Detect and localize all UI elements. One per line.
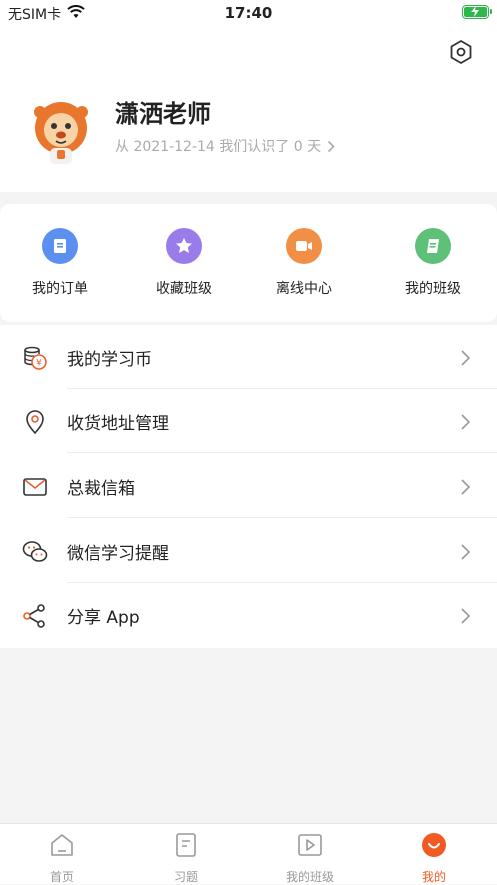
profile-header: 潇洒老师 从 2021-12-14 我们认识了 0 天 bbox=[0, 26, 497, 192]
chevron-right-icon bbox=[461, 414, 471, 430]
tab-label: 习题 bbox=[173, 870, 198, 884]
quick-action-label: 我的班级 bbox=[405, 281, 461, 297]
star-icon bbox=[166, 228, 202, 264]
home-icon bbox=[51, 834, 73, 856]
quick-action-label: 我的订单 bbox=[32, 281, 88, 297]
menu-list: ¥ 我的学习币 收货地址管理 总裁信箱 微信学习提醒 分享 App bbox=[0, 325, 497, 648]
location-icon bbox=[26, 410, 44, 435]
status-bar: 无SIM卡 17:40 bbox=[0, 0, 497, 26]
menu-item-label: 我的学习币 bbox=[67, 350, 152, 370]
tab-my-classes[interactable]: 我的班级 bbox=[260, 832, 360, 885]
quick-action-label: 离线中心 bbox=[276, 281, 332, 297]
menu-item-wechat-reminder[interactable]: 微信学习提醒 bbox=[0, 519, 497, 583]
menu-item-coins[interactable]: ¥ 我的学习币 bbox=[0, 325, 497, 389]
tab-mine[interactable]: 我的 bbox=[384, 832, 484, 885]
chevron-right-icon bbox=[461, 350, 471, 366]
bottom-tab-bar: 首页 习题 我的班级 我的 bbox=[0, 823, 497, 884]
quick-action-label: 收藏班级 bbox=[156, 281, 212, 297]
user-name: 潇洒老师 bbox=[115, 100, 211, 128]
quick-action-offline[interactable]: 离线中心 bbox=[244, 228, 364, 298]
menu-item-label: 收货地址管理 bbox=[67, 414, 169, 434]
since-text: 从 2021-12-14 我们认识了 0 天 bbox=[115, 139, 322, 155]
tab-label: 首页 bbox=[49, 870, 74, 884]
mail-icon bbox=[23, 478, 47, 496]
chevron-right-icon bbox=[328, 140, 335, 152]
coins-icon: ¥ bbox=[24, 346, 47, 370]
notebook-icon bbox=[415, 228, 451, 264]
quick-actions: 我的订单 收藏班级 离线中心 我的班级 bbox=[0, 204, 497, 322]
menu-item-mailbox[interactable]: 总裁信箱 bbox=[0, 454, 497, 518]
smile-icon bbox=[422, 833, 446, 857]
menu-item-address[interactable]: 收货地址管理 bbox=[0, 389, 497, 453]
tab-label: 我的 bbox=[421, 870, 446, 884]
chevron-right-icon bbox=[461, 479, 471, 495]
settings-hexagon-icon bbox=[450, 39, 472, 65]
clock: 17:40 bbox=[224, 4, 273, 22]
chevron-right-icon bbox=[461, 608, 471, 624]
chevron-right-icon bbox=[461, 544, 471, 560]
book-icon bbox=[42, 228, 78, 264]
quick-action-favorites[interactable]: 收藏班级 bbox=[124, 228, 244, 298]
settings-button[interactable] bbox=[447, 38, 475, 66]
quick-action-orders[interactable]: 我的订单 bbox=[0, 228, 120, 298]
menu-item-label: 总裁信箱 bbox=[67, 479, 135, 499]
video-icon bbox=[286, 228, 322, 264]
tab-home[interactable]: 首页 bbox=[12, 832, 112, 885]
menu-item-label: 分享 App bbox=[67, 608, 140, 628]
wechat-icon bbox=[22, 541, 48, 562]
menu-item-label: 微信学习提醒 bbox=[67, 544, 169, 564]
avatar[interactable] bbox=[26, 98, 96, 168]
play-icon bbox=[298, 834, 322, 856]
exercise-icon bbox=[176, 833, 196, 857]
tab-label: 我的班级 bbox=[285, 870, 334, 884]
lion-avatar-icon bbox=[34, 102, 88, 164]
tab-exercises[interactable]: 习题 bbox=[136, 832, 236, 885]
svg-text:¥: ¥ bbox=[36, 359, 42, 369]
share-icon bbox=[23, 604, 45, 628]
menu-item-share[interactable]: 分享 App bbox=[0, 583, 497, 647]
battery-icon bbox=[462, 5, 492, 19]
since-link[interactable]: 从 2021-12-14 我们认识了 0 天 bbox=[115, 136, 335, 156]
quick-action-classes[interactable]: 我的班级 bbox=[373, 228, 493, 298]
